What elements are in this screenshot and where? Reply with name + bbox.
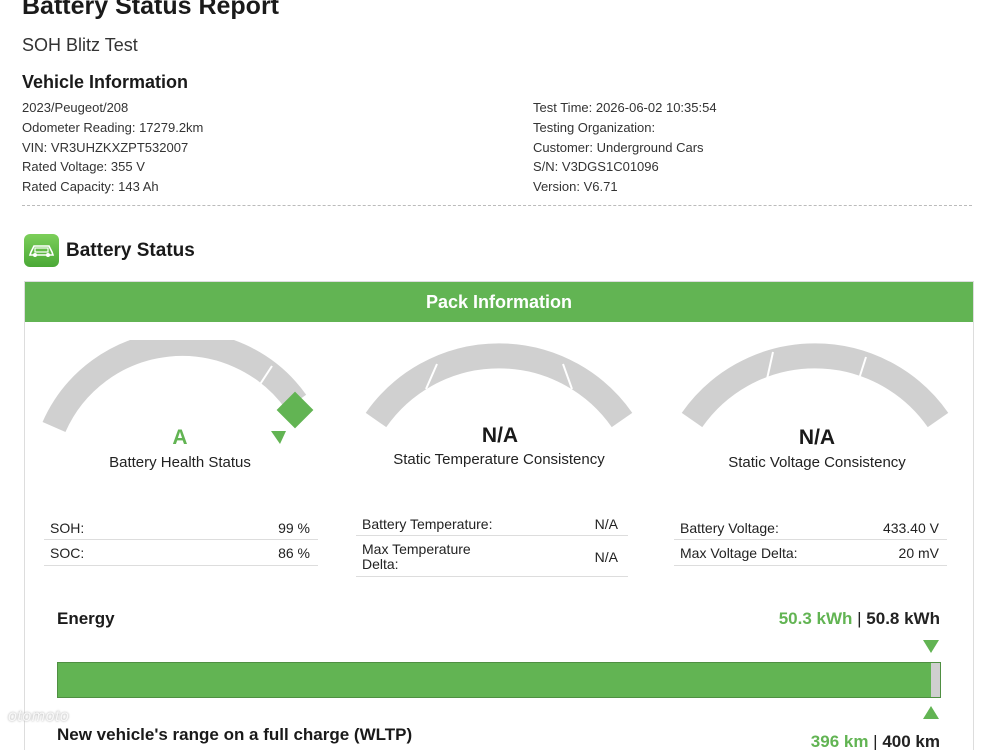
temperature-gauge-arc: [365, 343, 633, 428]
range-total: 400 km: [882, 732, 940, 750]
table-row: Battery Voltage: 433.40 V: [674, 514, 947, 540]
table-row: Battery Temperature: N/A: [356, 512, 628, 536]
soc-key: SOC:: [50, 545, 85, 561]
battery-car-icon: [24, 234, 59, 267]
table-row: SOC: 86 %: [44, 540, 318, 566]
range-label: New vehicle's range on a full charge (WL…: [57, 725, 413, 744]
health-gauge-pointer: [271, 431, 286, 444]
health-table: SOH: 99 % SOC: 86 %: [44, 514, 318, 566]
watermark: otomoto: [8, 708, 70, 725]
serial-number: S/N: V3DGS1C01096: [533, 159, 659, 175]
energy-values: 50.3 kWh | 50.8 kWh: [779, 609, 940, 629]
battery-health-label: Battery Health Status: [109, 454, 251, 471]
table-row: Max Voltage Delta: 20 mV: [674, 540, 947, 566]
rated-voltage: Rated Voltage: 355 V: [22, 159, 145, 175]
temperature-consistency-value: N/A: [481, 424, 519, 447]
temperature-table: Battery Temperature: N/A Max Temperature…: [356, 512, 628, 577]
voltage-consistency-label: Static Voltage Consistency: [728, 454, 906, 471]
energy-total: 50.8 kWh: [866, 609, 940, 628]
temperature-consistency-label: Static Temperature Consistency: [393, 451, 605, 468]
battery-temperature-key: Battery Temperature:: [362, 516, 493, 532]
soh-value: 99 %: [278, 520, 310, 536]
report-subtitle: SOH Blitz Test: [22, 35, 138, 55]
range-values: 396 km | 400 km: [811, 732, 940, 750]
energy-current-marker: [923, 706, 939, 719]
vehicle-info-right: Test Time: 2026-06-02 10:35:54 Testing O…: [533, 98, 717, 197]
table-row: Max Temperature Delta: N/A: [356, 536, 628, 577]
vehicle-model: 2023/Peugeot/208: [22, 100, 129, 115]
battery-voltage-key: Battery Voltage:: [680, 520, 779, 536]
range-current: 396 km: [810, 732, 869, 750]
rated-capacity: Rated Capacity: 143 Ah: [22, 179, 159, 195]
battery-voltage-value: 433.40 V: [882, 520, 939, 536]
energy-current: 50.3 kWh: [778, 609, 853, 628]
range-separator: |: [868, 732, 883, 750]
test-time: Test Time: 2026-06-02 10:35:54: [533, 100, 717, 115]
table-row: SOH: 99 %: [44, 514, 318, 540]
version: Version: V6.71: [533, 179, 618, 195]
max-temperature-delta-key: Max Temperature Delta:: [362, 541, 471, 572]
battery-health-value: A: [172, 426, 188, 449]
testing-organization: Testing Organization:: [533, 119, 656, 135]
vehicle-info-left: 2023/Peugeot/208 Odometer Reading: 17279…: [22, 98, 203, 197]
max-voltage-delta-value: 20 mV: [898, 545, 939, 561]
max-voltage-delta-key: Max Voltage Delta:: [680, 545, 798, 561]
report-title: Battery Status Report: [22, 0, 279, 20]
voltage-consistency-gauge: [681, 343, 949, 428]
vin: VIN: VR3UHZKXZPT532007: [22, 139, 189, 155]
voltage-table: Battery Voltage: 433.40 V Max Voltage De…: [674, 514, 947, 566]
voltage-gauge-arc: [681, 343, 949, 428]
voltage-consistency-value: N/A: [798, 426, 836, 449]
odometer-reading: Odometer Reading: 17279.2km: [22, 119, 204, 135]
battery-temperature-value: N/A: [594, 516, 618, 532]
pack-information-header: Pack Information: [25, 282, 973, 322]
max-temperature-delta-value: N/A: [594, 549, 618, 565]
energy-bar-fill: [58, 663, 932, 697]
soc-value: 86 %: [278, 545, 310, 561]
vehicle-info-heading: Vehicle Information: [22, 72, 189, 92]
energy-bar: [57, 662, 941, 698]
section-divider: [22, 205, 972, 206]
customer: Customer: Underground Cars: [533, 139, 704, 155]
energy-total-marker: [923, 640, 939, 653]
soh-key: SOH:: [50, 520, 85, 536]
energy-separator: |: [852, 609, 867, 628]
energy-label: Energy: [57, 609, 115, 628]
battery-status-heading: Battery Status: [66, 240, 195, 261]
